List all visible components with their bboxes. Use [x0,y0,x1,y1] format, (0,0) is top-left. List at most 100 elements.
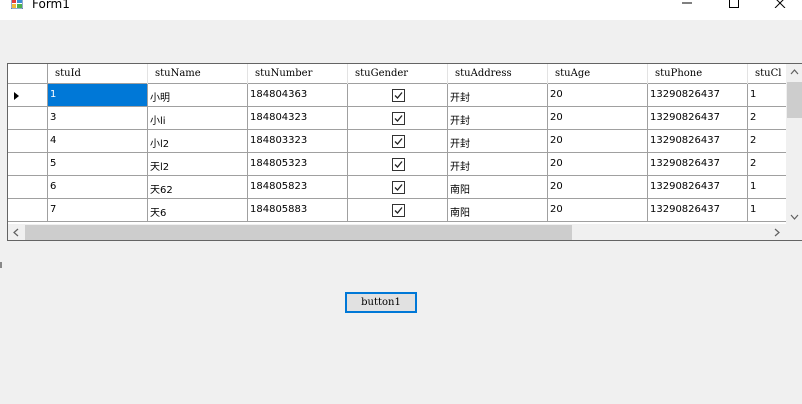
gender-checkbox[interactable] [392,181,405,194]
cell-stuaddress[interactable]: 开封 [448,84,548,107]
grid-corner-header[interactable] [8,64,48,84]
cell-stunumber[interactable]: 184805323 [248,153,348,176]
scroll-left-icon[interactable] [13,228,19,240]
cell-stuage[interactable]: 20 [548,176,648,199]
title-bar: Form1 [0,0,802,20]
row-header[interactable] [8,176,48,199]
checkmark-icon [394,207,403,214]
cell-text: 13290826437 [650,135,720,146]
cell-stuid[interactable]: 6 [48,176,148,199]
cell-stunumber[interactable]: 184804323 [248,107,348,130]
cell-stuphone[interactable]: 13290826437 [648,153,748,176]
cell-stugender[interactable] [348,153,448,176]
column-header-stuage[interactable]: stuAge [548,64,648,84]
cell-stugender[interactable] [348,130,448,153]
gender-checkbox[interactable] [392,158,405,171]
cell-stuname[interactable]: 天l2 [148,153,248,176]
cell-stuphone[interactable]: 13290826437 [648,199,748,222]
cell-stugender[interactable] [348,84,448,107]
cell-text: 1 [50,89,57,100]
cell-text: 2 [750,112,757,123]
cell-stugender[interactable] [348,199,448,222]
cell-text: 20 [550,181,563,192]
row-header[interactable] [8,130,48,153]
vertical-scrollbar[interactable] [786,64,802,224]
cell-stuaddress[interactable]: 南阳 [448,199,548,222]
button1[interactable]: button1 [345,292,417,313]
cell-text: 184804363 [250,89,308,100]
column-header-stuaddress[interactable]: stuAddress [448,64,548,84]
cell-text: 20 [550,158,563,169]
cell-stuage[interactable]: 20 [548,199,648,222]
column-header-stugender[interactable]: stuGender [348,64,448,84]
cell-stuphone[interactable]: 13290826437 [648,176,748,199]
cell-stuid[interactable]: 7 [48,199,148,222]
cell-stuphone[interactable]: 13290826437 [648,84,748,107]
table-row[interactable]: 3 小li 184804323 开封 20 13290826437 2 [8,107,802,130]
cell-stuphone[interactable]: 13290826437 [648,107,748,130]
horizontal-scroll-thumb[interactable] [25,225,572,240]
cell-stuaddress[interactable]: 开封 [448,130,548,153]
horizontal-scrollbar[interactable] [8,224,802,240]
cell-text: 20 [550,135,563,146]
cell-text: 184805883 [250,204,308,215]
cell-stuaddress[interactable]: 开封 [448,153,548,176]
row-header[interactable] [8,107,48,130]
maximize-icon [729,0,739,8]
cell-stugender[interactable] [348,107,448,130]
table-row[interactable]: 1 小明 184804363 开封 20 13290826437 1 [8,84,802,107]
scroll-up-icon[interactable] [790,67,799,78]
close-button[interactable] [757,0,802,12]
table-row[interactable]: 4 小l2 184803323 开封 20 13290826437 2 [8,130,802,153]
cell-stuaddress[interactable]: 南阳 [448,176,548,199]
cell-text: 7 [50,204,57,215]
cell-stunumber[interactable]: 184804363 [248,84,348,107]
cell-stuage[interactable]: 20 [548,130,648,153]
cell-stunumber[interactable]: 184805823 [248,176,348,199]
gender-checkbox[interactable] [392,204,405,217]
scroll-right-icon[interactable] [774,228,780,240]
column-header-stuname[interactable]: stuName [148,64,248,84]
cell-stuid[interactable]: 4 [48,130,148,153]
cell-text: 184805823 [250,181,308,192]
gender-checkbox[interactable] [392,135,405,148]
cell-stuname[interactable]: 小l2 [148,130,248,153]
gender-checkbox[interactable] [392,112,405,125]
cell-text: 13290826437 [650,204,720,215]
cell-text: 184804323 [250,112,308,123]
grid-header: stuId stuName stuNumber stuGender stuAddress… [8,64,802,84]
cell-stuage[interactable]: 20 [548,153,648,176]
cell-text: 1 [750,181,757,192]
row-header[interactable] [8,153,48,176]
gender-checkbox[interactable] [392,89,405,102]
cell-stuname[interactable]: 小明 [148,84,248,107]
cell-stuname[interactable]: 天62 [148,176,248,199]
column-header-stuid[interactable]: stuId [48,64,148,84]
column-header-stuphone[interactable]: stuPhone [648,64,748,84]
cell-stuphone[interactable]: 13290826437 [648,130,748,153]
row-header[interactable] [8,199,48,222]
cell-stunumber[interactable]: 184805883 [248,199,348,222]
cell-stuid[interactable]: 5 [48,153,148,176]
cell-stunumber[interactable]: 184803323 [248,130,348,153]
cell-stuname[interactable]: 天6 [148,199,248,222]
scroll-down-icon[interactable] [790,212,799,223]
table-row[interactable]: 7 天6 184805883 南阳 20 13290826437 1 [8,199,802,222]
row-header[interactable] [8,84,48,107]
minimize-button[interactable] [664,0,710,12]
table-row[interactable]: 6 天62 184805823 南阳 20 13290826437 1 [8,176,802,199]
cell-stugender[interactable] [348,176,448,199]
cell-stuname[interactable]: 小li [148,107,248,130]
data-grid[interactable]: stuId stuName stuNumber stuGender stuAddress… [7,63,802,241]
table-row[interactable]: 5 天l2 184805323 开封 20 13290826437 2 [8,153,802,176]
cell-stuage[interactable]: 20 [548,84,648,107]
cell-stuage[interactable]: 20 [548,107,648,130]
maximize-button[interactable] [711,0,757,12]
cell-stuaddress[interactable]: 开封 [448,107,548,130]
close-icon [774,0,786,8]
cell-stuid[interactable]: 1 [48,84,148,107]
column-header-stunumber[interactable]: stuNumber [248,64,348,84]
cell-text: 开封 [450,139,470,150]
vertical-scroll-thumb[interactable] [787,82,802,118]
cell-stuid[interactable]: 3 [48,107,148,130]
